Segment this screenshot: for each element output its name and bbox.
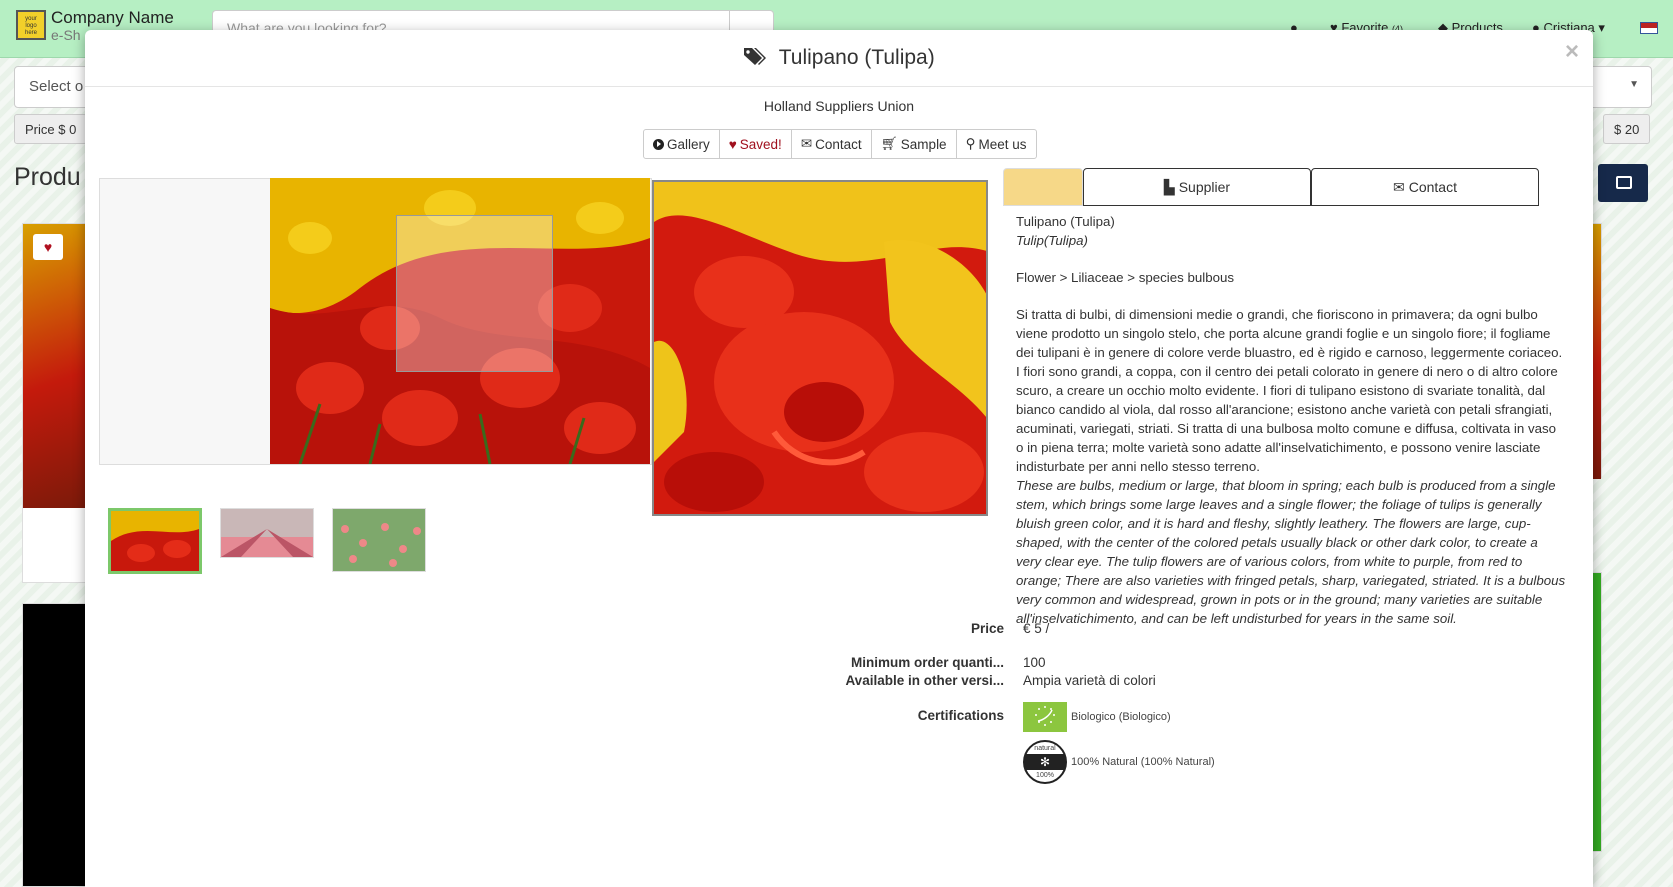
supplier-name: Holland Suppliers Union	[763, 98, 915, 114]
tab-product[interactable]	[1003, 168, 1083, 206]
price-max-chip: $ 20	[1603, 114, 1651, 144]
action-button-group: Gallery ♥ Saved! ✉ Contact 🛒︎ Sample ⚲ M…	[643, 129, 1037, 159]
product-modal: Tulipano (Tulipa) × Holland Suppliers Un…	[85, 30, 1593, 887]
tab-contact[interactable]: ✉ Contact	[1311, 168, 1539, 206]
select-placeholder: Select o	[29, 78, 84, 95]
price-value: € 5 /	[1023, 621, 1050, 636]
price-label: Price	[970, 621, 1004, 636]
certifications-label: Certifications	[917, 708, 1004, 723]
thumbnail-2[interactable]	[220, 508, 314, 558]
saved-label: Saved!	[739, 136, 782, 152]
tags-icon	[744, 48, 767, 65]
contact-button[interactable]: ✉ Contact	[790, 129, 872, 159]
products-heading: Produ	[14, 163, 81, 191]
chevron-down-icon: ▼	[1629, 79, 1639, 90]
price-min-chip: Price $ 0	[14, 114, 88, 144]
play-circle-icon	[653, 138, 664, 150]
modal-header-divider	[85, 86, 1593, 87]
meet-us-button[interactable]: ⚲ Meet us	[955, 129, 1037, 159]
min-order-label: Minimum order quanti...	[850, 655, 1004, 670]
brand-subtitle: e-Sh	[51, 27, 81, 43]
image-icon	[1616, 176, 1632, 189]
product-card-image	[23, 224, 91, 508]
certification-organic: Biologico (Biologico)	[1023, 702, 1171, 732]
heart-icon[interactable]: ♥	[33, 234, 63, 260]
other-versions-label: Available in other versi...	[845, 673, 1004, 688]
envelope-icon: ✉	[800, 136, 813, 151]
modal-title-text: Tulipano (Tulipa)	[778, 46, 935, 69]
modal-title: Tulipano (Tulipa)	[85, 46, 1593, 70]
min-order-value: 100	[1023, 655, 1046, 670]
cart-icon: 🛒︎	[880, 136, 898, 151]
product-card[interactable]: ♥	[22, 223, 92, 583]
tab-supplier-label: Supplier	[1178, 179, 1231, 195]
tulip-rows-thumb-image	[221, 509, 313, 557]
eu-organic-leaf-icon	[1023, 702, 1067, 732]
product-description: Tulipano (Tulipa) Tulip(Tulipa) Flower >…	[1016, 212, 1566, 628]
meet-us-label: Meet us	[978, 136, 1027, 152]
zoom-preview	[652, 180, 988, 516]
tab-supplier[interactable]: ▙ Supplier	[1083, 168, 1311, 206]
gallery-label: Gallery	[667, 136, 710, 152]
zoom-lens[interactable]	[396, 215, 553, 372]
tulip-zoom-image	[654, 182, 986, 514]
company-logo[interactable]: your logo here	[16, 10, 46, 40]
star-flower-icon: ✻	[1025, 754, 1065, 770]
cert-organic-label: Biologico (Biologico)	[1071, 711, 1171, 723]
industry-icon: ▙	[1163, 178, 1175, 195]
saved-button[interactable]: ♥ Saved!	[718, 129, 792, 159]
close-icon[interactable]: ×	[1565, 38, 1579, 66]
natural-badge-icon: natural ✻ 100%	[1023, 740, 1067, 784]
contact-label: Contact	[815, 136, 862, 152]
badge-bottom-text: 100%	[1036, 772, 1054, 779]
sample-button[interactable]: 🛒︎ Sample	[870, 129, 957, 159]
product-category: Flower > Liliaceae > species bulbous	[1016, 270, 1235, 285]
description-italian: Si tratta di bulbi, di dimensioni medie …	[1016, 307, 1563, 474]
product-card[interactable]	[22, 603, 92, 887]
sample-label: Sample	[900, 136, 947, 152]
tulip-thumb-image	[111, 511, 199, 571]
cert-natural-label: 100% Natural (100% Natural)	[1071, 756, 1215, 768]
thumbnail-1[interactable]	[108, 508, 202, 574]
heart-icon: ♥	[728, 136, 737, 152]
tab-contact-label: Contact	[1408, 179, 1457, 195]
badge-top-text: natural	[1034, 745, 1056, 752]
description-english: These are bulbs, medium or large, that b…	[1016, 478, 1566, 626]
gallery-button[interactable]: Gallery	[643, 129, 720, 159]
product-name-it: Tulipano (Tulipa)	[1016, 214, 1115, 229]
certification-natural: natural ✻ 100% 100% Natural (100% Natura…	[1023, 740, 1215, 784]
product-name-en: Tulip(Tulipa)	[1016, 233, 1088, 248]
info-tabs: ▙ Supplier ✉ Contact	[1003, 168, 1539, 206]
image-view-button[interactable]	[1598, 164, 1648, 202]
tulip-meadow-thumb-image	[333, 509, 425, 571]
brand-name[interactable]: Company Name	[51, 8, 174, 28]
other-versions-value: Ampia varietà di colori	[1023, 673, 1156, 688]
us-flag-icon[interactable]	[1640, 22, 1658, 34]
thumbnail-3[interactable]	[332, 508, 426, 572]
envelope-icon: ✉	[1393, 178, 1405, 195]
map-marker-icon: ⚲	[965, 136, 976, 151]
